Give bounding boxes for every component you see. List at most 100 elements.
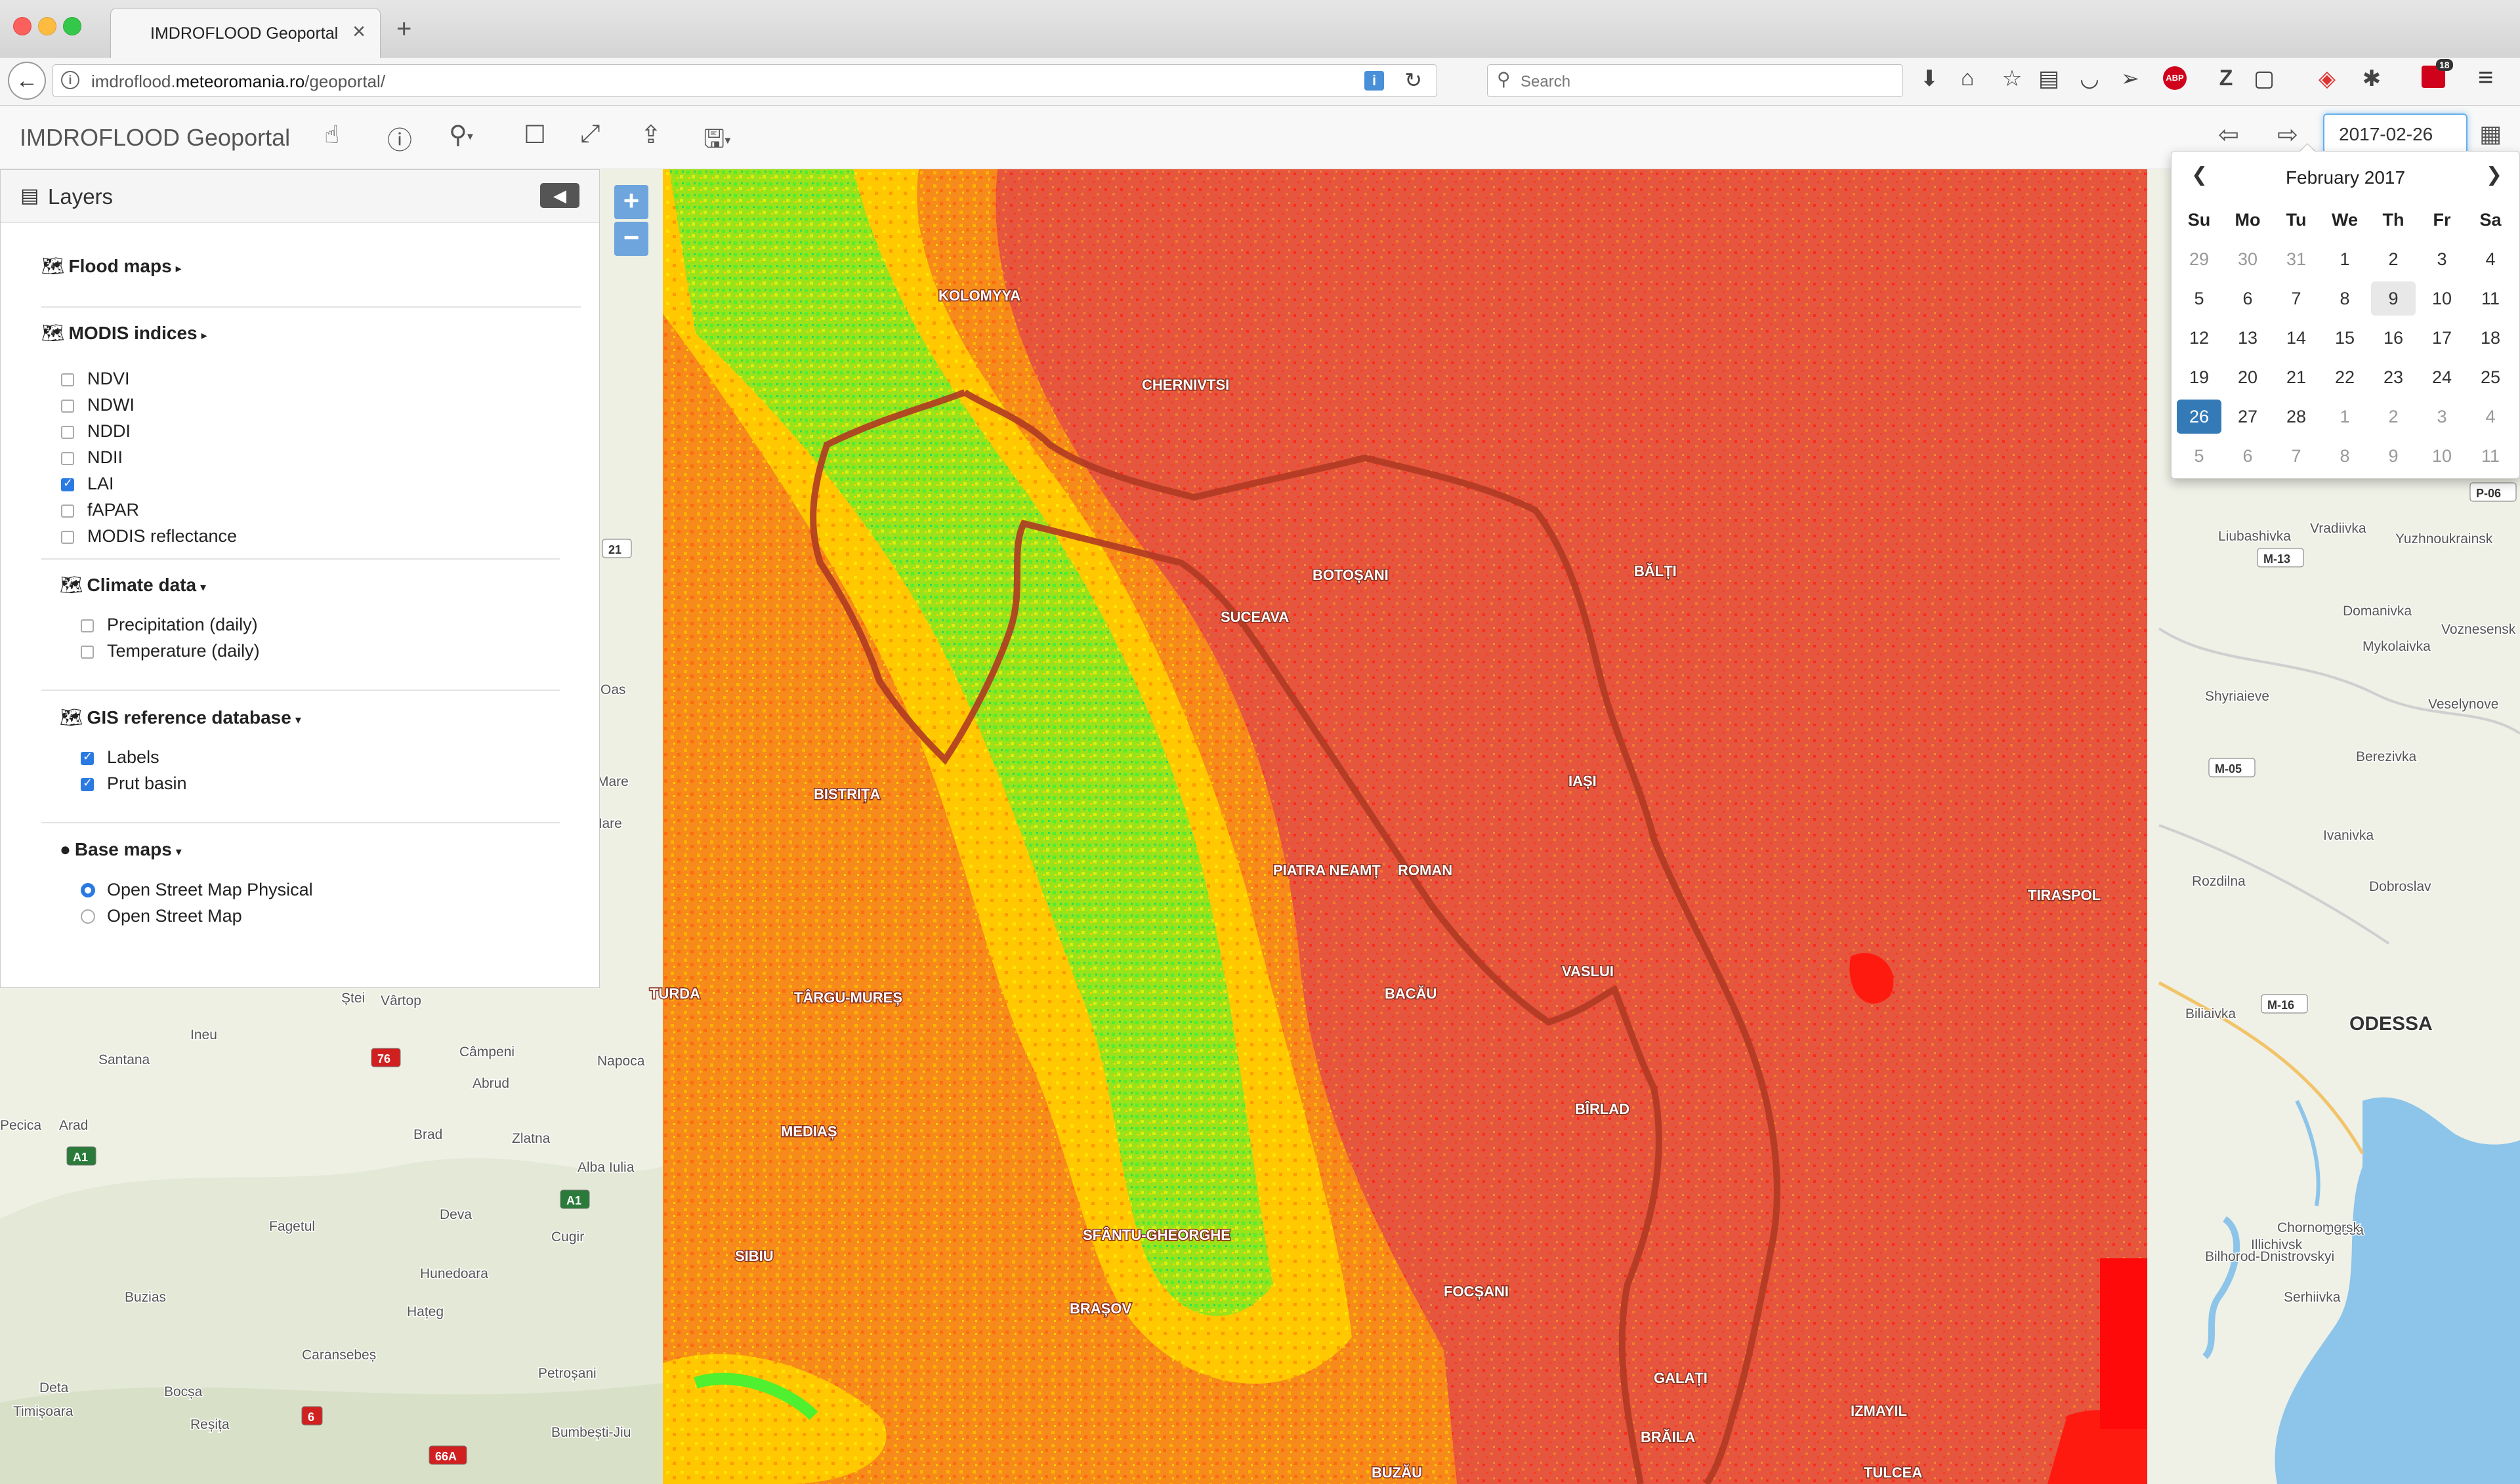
checkbox[interactable] [61, 400, 74, 413]
browser-search-input[interactable]: ⚲ Search [1487, 64, 1903, 97]
checkbox-row[interactable]: Temperature (daily) [81, 641, 260, 661]
checkbox-row[interactable]: NDDI [61, 421, 131, 442]
checkbox[interactable] [61, 373, 74, 386]
checkbox[interactable] [61, 452, 74, 465]
next-date-icon[interactable]: ⇨ [2277, 120, 2298, 150]
bug-icon[interactable]: ✱ [2357, 66, 2386, 92]
tab-close-icon[interactable]: × [352, 19, 366, 45]
new-tab-icon[interactable]: + [396, 14, 411, 44]
day-cell[interactable]: 1 [2322, 400, 2367, 434]
app-brand[interactable]: IMDROFLOOD Geoportal [20, 124, 290, 152]
site-info-icon[interactable]: i [61, 71, 79, 89]
zotero-icon[interactable]: Z [2212, 66, 2240, 91]
adblock-icon[interactable]: ABP [2163, 66, 2187, 90]
checkbox-row[interactable]: Labels [81, 747, 159, 768]
checkbox[interactable] [61, 476, 74, 491]
checkbox-row[interactable]: Prut basin [81, 773, 187, 794]
checkbox-row[interactable]: LAI [61, 474, 114, 494]
day-cell[interactable]: 21 [2274, 360, 2319, 394]
next-month-icon[interactable]: ❯ [2486, 163, 2502, 186]
group-modis-indices[interactable]: 🗺 MODIS indices ▸ [41, 322, 207, 344]
zoom-in-button[interactable]: + [614, 185, 648, 219]
radio-button[interactable] [81, 883, 95, 897]
day-cell[interactable]: 9 [2371, 439, 2416, 473]
checkbox-row[interactable]: NDWI [61, 395, 135, 415]
day-cell[interactable]: 11 [2468, 281, 2513, 316]
previous-date-icon[interactable]: ⇦ [2218, 120, 2239, 150]
day-cell[interactable]: 27 [2225, 400, 2270, 434]
day-cell[interactable]: 13 [2225, 321, 2270, 355]
document-icon[interactable]: ▢ [2250, 66, 2278, 92]
day-cell[interactable]: 5 [2177, 439, 2221, 473]
checkbox[interactable] [81, 646, 94, 659]
day-cell[interactable]: 29 [2177, 242, 2221, 276]
back-button[interactable]: ← [8, 62, 46, 100]
day-cell[interactable]: 7 [2274, 439, 2319, 473]
full-extent-icon[interactable]: ⤢ [580, 120, 600, 148]
day-cell[interactable]: 2 [2371, 400, 2416, 434]
day-cell[interactable]: 22 [2322, 360, 2367, 394]
day-cell[interactable]: 25 [2468, 360, 2513, 394]
hand-icon[interactable]: ☝ [324, 120, 339, 150]
checkbox[interactable] [61, 505, 74, 518]
upload-icon[interactable]: ⇪ [640, 120, 662, 150]
day-cell[interactable]: 4 [2468, 400, 2513, 434]
day-cell[interactable]: 8 [2322, 439, 2367, 473]
day-cell[interactable]: 2 [2371, 242, 2416, 276]
day-cell[interactable]: 3 [2420, 242, 2464, 276]
send-icon[interactable]: ➢ [2116, 66, 2145, 92]
day-cell[interactable]: 18 [2468, 321, 2513, 355]
bookmarks-list-icon[interactable]: ▤ [2034, 66, 2063, 92]
date-input[interactable]: 2017-02-26 [2323, 113, 2468, 155]
group-climate-data[interactable]: 🗺 Climate data ▾ [60, 574, 206, 596]
checkbox[interactable] [61, 426, 74, 439]
day-cell[interactable]: 5 [2177, 281, 2221, 316]
checkbox[interactable] [81, 750, 94, 765]
day-cell[interactable]: 17 [2420, 321, 2464, 355]
download-icon[interactable]: ⬇ [1915, 66, 1944, 92]
url-text[interactable]: imdroflood.meteoromania.ro/geoportal/ [91, 72, 385, 92]
group-base-maps[interactable]: ● Base maps ▾ [60, 839, 182, 860]
day-cell[interactable]: 12 [2177, 321, 2221, 355]
day-cell[interactable]: 30 [2225, 242, 2270, 276]
group-gis-reference[interactable]: 🗺 GIS reference database ▾ [60, 707, 301, 728]
reader-view-icon[interactable]: i [1364, 71, 1384, 91]
checkbox-row[interactable]: Precipitation (daily) [81, 615, 258, 635]
datepicker-month[interactable]: February 2017 [2172, 167, 2519, 188]
day-cell[interactable]: 3 [2420, 400, 2464, 434]
day-cell[interactable]: 8 [2322, 281, 2367, 316]
reload-icon[interactable]: ↻ [1404, 68, 1422, 93]
day-cell[interactable]: 15 [2322, 321, 2367, 355]
checkbox[interactable] [61, 531, 74, 544]
save-icon[interactable]: 🖫▾ [704, 120, 730, 163]
checkbox-row[interactable]: NDVI [61, 369, 130, 389]
browser-tab[interactable]: IMDROFLOOD Geoportal × [110, 8, 381, 58]
day-cell[interactable]: 9 [2371, 281, 2416, 316]
calendar-icon[interactable]: ▦ [2479, 120, 2502, 148]
day-cell[interactable]: 10 [2420, 281, 2464, 316]
checkbox-row[interactable]: NDII [61, 447, 123, 468]
day-cell[interactable]: 11 [2468, 439, 2513, 473]
day-cell[interactable]: 4 [2468, 242, 2513, 276]
bookmark-star-icon[interactable]: ☆ [1998, 66, 2026, 92]
day-cell[interactable]: 31 [2274, 242, 2319, 276]
day-cell[interactable]: 19 [2177, 360, 2221, 394]
url-bar[interactable]: i imdroflood.meteoromania.ro/geoportal/ … [52, 64, 1437, 97]
info-icon[interactable]: ⓘ [387, 120, 412, 156]
home-icon[interactable]: ⌂ [1953, 66, 1982, 91]
window-minimize-button[interactable] [38, 17, 56, 35]
window-close-button[interactable] [13, 17, 32, 35]
day-cell[interactable]: 14 [2274, 321, 2319, 355]
checkbox[interactable] [81, 619, 94, 632]
radio-button[interactable] [81, 909, 95, 924]
zoom-out-button[interactable]: − [614, 222, 648, 256]
day-cell[interactable]: 7 [2274, 281, 2319, 316]
checkbox[interactable] [81, 776, 94, 791]
extension-icon[interactable]: ◈ [2313, 66, 2342, 92]
day-cell[interactable]: 28 [2274, 400, 2319, 434]
day-cell[interactable]: 20 [2225, 360, 2270, 394]
checkbox-row[interactable]: MODIS reflectance [61, 526, 237, 546]
day-cell[interactable]: 6 [2225, 281, 2270, 316]
day-cell[interactable]: 23 [2371, 360, 2416, 394]
radio-row[interactable]: Open Street Map [81, 906, 242, 926]
